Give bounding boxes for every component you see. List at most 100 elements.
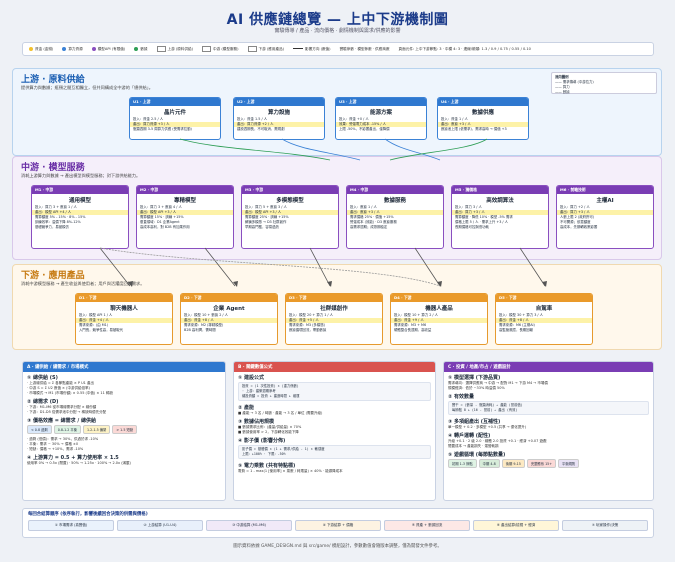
card-code: D1 · 下游 [76,294,172,302]
card-name: 數據供應 [471,110,494,116]
legend-label: 數據 [140,46,148,51]
midstream-card[interactable]: M4 · 中游 數據服務 投入：數據 1 / 人產出：數據 +3 / 人需求價格 2… [346,185,444,249]
legend-swatch-icon [62,46,67,51]
turn-step: ① 市場需求 (真實值) [28,520,114,531]
upstream-card[interactable]: U4 · 上游 數據供應 投入：資金 1 / 人產出：數據 +3 / 人數據池上限 … [437,97,529,140]
card-name: 企業 Agent [213,306,245,312]
downstream-card[interactable]: D3 · 下游 社群媒創作 投入：模型 20 + 算力 1 / 人產出：資金 +5 … [285,293,383,345]
formula-line: 每節點 8 + (16 - 當前) → 產出 (有效) [452,408,518,412]
upstream-subtitle: 提供算力與數據；瓶頸之間互相獨立，但共同構成全中游的「總供給」。 [21,85,153,90]
legend-item: 實驗參數 · 模型參數 · 供應商數 [340,47,390,52]
panel-game-design: C · 投資 / 地產/市占 / 遊戲設計 ① 模型選擇 (下游品質) 需求導向：… [443,361,654,501]
panel-section: ④ 上游算力 = 0.5 + 算力使用率 × 1.5 使用率 0% → 0.5x … [23,452,225,466]
panel-section: ② 有效數量 [444,391,653,400]
downstream-card[interactable]: D2 · 下游 企業 Agent 投入：模型 10 + 數據 2 / 人產出：資金 … [180,293,278,345]
legend-item: 中游 (模型服務) [202,46,239,52]
panel-supply-demand: A · 總供給 / 總需求 / 市場模式 ① 總供給 (S) · 上游總供給 = … [22,361,226,501]
card-code: D5 · 下游 [496,294,592,302]
card-line: 早期高門檻，容易過熱 [245,225,279,229]
midstream-card[interactable]: M3 · 中游 多模態模型 投入：算力 5 + 數據 3 / 人產出：模型 API … [241,185,339,249]
card-name: 數據服務 [383,198,406,204]
formula-block: 影子價 = 基礎價 × (1 + 需求/供給 - 1) × 敏感度 上限：+100… [238,445,431,459]
card-code: M2 · 中游 [137,186,233,194]
section-title: ② 總需求 (D) [27,399,59,405]
panel-a-header: A · 總供給 / 總需求 / 市場模式 [23,362,225,372]
legend-label: 上游 (原料供給) [167,47,194,51]
card-name: 通用模型 [68,198,91,204]
legend-label: 算力資源 [68,46,83,51]
card-line: 硬體整合長週期，高收益 [394,328,432,332]
legend-item: 影響方向 (數值) [293,47,331,52]
card-line: 入門長，競爭性高，易被取代 [79,328,124,332]
panel-section: ③ 價格效應 = 總需求 / 總供給 [23,415,225,424]
card-line: 數據循環回流，帶動數據 [289,328,327,332]
section-title: ① 模型選擇 (下游品質) [448,375,501,381]
card-code: M4 · 中游 [347,186,443,194]
legend-item: 資金 (金錢) [29,46,54,52]
upstream-card[interactable]: U2 · 上游 算力設施 投入：資金 1.5 / 人產出：算力資源 +2 / 人建設… [233,97,325,140]
turn-step: ⑥ 產出結算/檢視 + 經濟 [473,520,559,531]
turn-step: ④ 下游結算 + 價格 [295,520,381,531]
midstream-band: 中游 · 模型服務 消耗上游算力與數據 → 產出模型與模型服務；對下游供給能力。… [12,156,662,260]
section-title: ① 總供給 (S) [27,375,58,381]
ratio-chip: 中期 4-8 [478,459,500,468]
midstream-subtitle: 消耗上游算力與數據 → 產出模型與模型服務；對下游供給能力。 [21,173,141,178]
page-title: AI 供應鏈總覽 — 上中下游機制圖 [226,12,449,28]
card-line: 基礎競爭力，易被模仿 [35,225,69,229]
legend-item: 下游 (應用產品) [247,46,285,52]
downstream-card[interactable]: D5 · 下游 自駕車 投入：模型 30 + 算力 3 / 人產出：資金 +8 / … [495,293,593,345]
turn-step: ⑤ 資產 + 數據回流 [384,520,470,531]
card-code: D2 · 下游 [181,294,277,302]
panel-formulas: B · 關鍵數值公式 ① 建設公式 投資 = (1 次性投資) × (重力係數) ·… [233,361,436,501]
card-code: D4 · 下游 [391,294,487,302]
section-title: ④ 上游算力 = 0.5 + 算力使用率 × 1.5 [27,455,119,461]
card-line: B2B 高利潤，需時間 [184,328,216,332]
legend-item: 算力資源 [62,46,83,52]
card-name: 專精模型 [173,198,196,204]
card-line: 瓶頸週期 3-5 周算力供應 (受需求拉動) [133,127,192,131]
section-title: ② 有效數量 [448,394,474,400]
card-code: M5 · 獨價格 [452,186,548,194]
ratio-chips: 初期 1-3 節點 中期 4-8 後期 9-15 完整體系 15+ 平衡規則 [444,458,653,469]
downstream-card[interactable]: D4 · 下游 機器人產品 投入：模型 10 + 算力 2 / 人產出：資金 +9 … [390,293,488,345]
panel-section: ① 建設公式 [234,372,435,381]
upstream-card[interactable]: U1 · 上游 晶片元件 投入：資金 2.5 / 人產出：算力資源 +3 / 人瓶頸… [129,97,221,140]
downstream-card[interactable]: D1 · 下游 聊天機器人 投入：模型 API 1 / 人產出：資金 +4 / 人需… [75,293,173,345]
legend-label: 下游 (應用產品) [258,47,285,51]
card-line: 長期價格可控與低功耗 [455,225,489,229]
legend-label: 資金 (金錢) [35,46,54,51]
section-title: ⑤ 遊戲循環 (每節點數量) [448,452,506,458]
upstream-card[interactable]: U3 · 上游 能源方案 投入：資金 +0 / 人效果：營運電力成本 -15% / … [335,97,427,140]
ratio-chip: 後期 9-15 [501,459,525,468]
midstream-card[interactable]: M1 · 中游 通用模型 投入：算力 3 + 數據 1 / 人產出：模型 API +… [31,185,129,249]
legend-swatch-icon [156,46,166,52]
card-name: 算力設施 [267,110,290,116]
card-name: 機器人產品 [425,306,453,312]
card-line: 建設週期長，不可取消，需規劃 [237,127,285,131]
midstream-card[interactable]: M6 · 前瞻技術 主權AI 投入：算力 +2 / 人產出：算力 +3 / 人人數上… [556,185,654,249]
card-line: 高需求週期；成熟期穩定 [350,225,388,229]
card-code: D3 · 下游 [286,294,382,302]
card-line: 數據池上限 (依需求)，需求高時 → 價值 +3 [441,127,507,131]
turn-order: 每回合結算順序 (依序執行，影響後續回合決策的供需與價格) ① 市場需求 (真實… [22,508,654,538]
midstream-card[interactable]: M5 · 獨價格 高效調算法 投入：算力 3 / 人產出：算力 +3 / 人需算額度… [451,185,549,249]
ratio-chip: < 0.8 過剩 [27,425,52,434]
panel-section: ② 總需求 (D) · 下游：M1-M6 從市場總需求分配 × 總份額 · 下游：D… [23,396,225,415]
legend-label: 頁面元件: 上中下游節點: 3 · 中模 4: 3 · 連線/箭頭: 1.3 /… [398,46,531,51]
card-code: U1 · 上游 [130,98,220,106]
section-title: ④ 轉戶運轉 (配性) [448,433,491,439]
legend-label: 模型API (有限值) [97,46,126,51]
downstream-subtitle: 消耗中游模型服務 → 產生收益與使用者；用戶與活躍度回饋需求。 [21,281,145,286]
page: { "header": { "title": "AI 供應鏈總覽 — 上中下游機… [0,0,675,562]
downstream-title: 下游 · 應用產品 [21,271,85,281]
section-title: ⑤ 電力乘數 (共有特點標) [238,463,296,469]
section-line: 使用率 0% → 0.5x (閒置) · 50% → 1.25x · 100% … [27,461,131,465]
midstream-card[interactable]: M2 · 中游 專精模型 投入：算力 3 + 數據 4 / 人產出：模型 API +… [136,185,234,249]
card-code: M1 · 中游 [32,186,128,194]
panel-section: ⑤ 電力乘數 (共有特點標) 電費 = 1 - max(1 [使用率] × 乘數 … [234,460,435,474]
card-name: 晶片元件 [163,110,186,116]
turn-step: ② 上游結算 (U1-U4) [117,520,203,531]
panel-section: · 過剩 (低價)：需求 → 30%，供過於求 -10% · 平衡：需求 ~ 30… [23,435,225,452]
legend-swatch-icon [247,46,257,52]
card-line: 上限 -50%，不影響產出，僅降價 [339,127,390,131]
